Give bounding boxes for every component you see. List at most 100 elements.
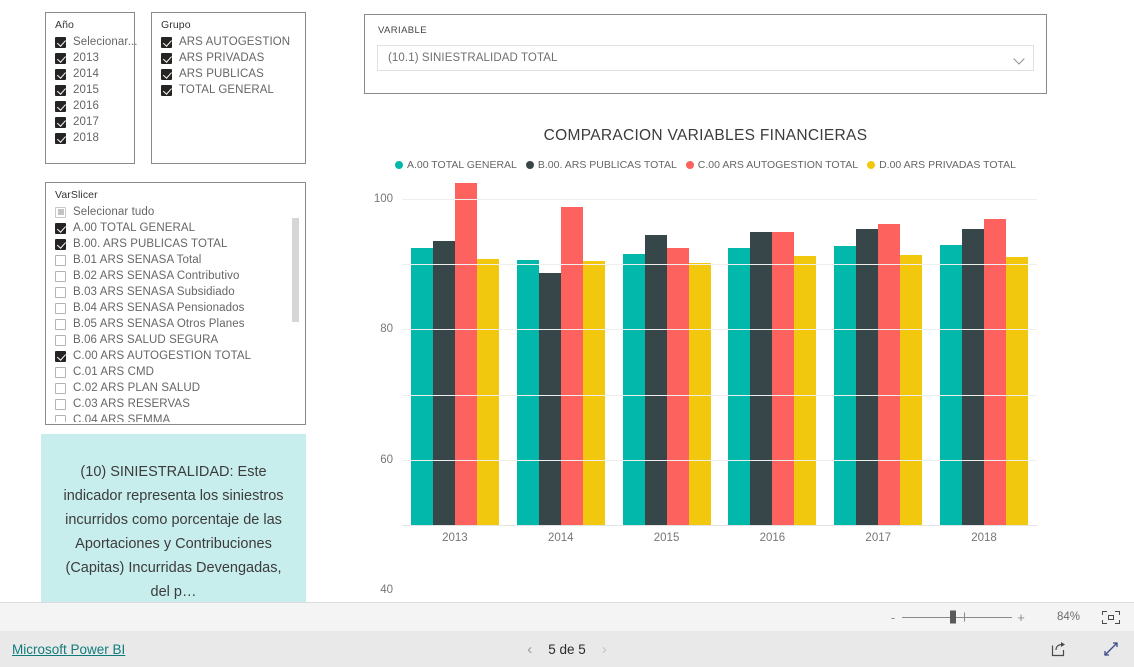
checkbox-icon[interactable] — [161, 84, 172, 96]
page-navigation[interactable]: ‹ 5 de 5 › — [527, 641, 607, 658]
bar[interactable] — [560, 207, 583, 525]
checkbox-icon[interactable] — [55, 318, 66, 330]
bar[interactable] — [476, 259, 499, 525]
checkbox-icon[interactable] — [55, 334, 66, 346]
zoom-slider[interactable] — [902, 610, 1012, 624]
checkbox-icon[interactable] — [161, 36, 172, 48]
zoom-control[interactable]: - + — [884, 610, 1030, 625]
slicer-item[interactable]: 2015 — [55, 82, 134, 98]
slicer-item[interactable]: 2014 — [55, 66, 134, 82]
zoom-out-button[interactable]: - — [884, 610, 902, 625]
bar[interactable] — [516, 259, 539, 525]
checkbox-icon[interactable] — [55, 366, 66, 378]
slicer-item[interactable]: ARS AUTOGESTION — [161, 34, 305, 50]
checkbox-icon[interactable] — [55, 222, 66, 234]
checkbox-icon[interactable] — [55, 414, 66, 422]
bar[interactable] — [432, 241, 455, 525]
checkbox-icon[interactable] — [55, 84, 66, 96]
power-bi-brand-link[interactable]: Microsoft Power BI — [12, 642, 125, 657]
slicer-item[interactable]: ARS PRIVADAS — [161, 50, 305, 66]
checkbox-icon[interactable] — [55, 36, 66, 48]
slicer-grupo-list[interactable]: ARS AUTOGESTION ARS PRIVADAS ARS PUBLICAS T… — [152, 34, 305, 98]
chevron-left-icon[interactable]: ‹ — [527, 641, 532, 658]
share-icon[interactable] — [1050, 640, 1068, 658]
checkbox-icon[interactable] — [161, 52, 172, 64]
varslicer-scrollbar-thumb[interactable] — [292, 218, 299, 322]
chart-legend[interactable]: A.00 TOTAL GENERAL B.00. ARS PUBLICAS TOT… — [364, 159, 1047, 171]
slicer-item[interactable]: TOTAL GENERAL — [161, 82, 305, 98]
slicer-grupo[interactable]: Grupo ARS AUTOGESTION ARS PRIVADAS ARS PUB… — [151, 12, 306, 164]
slicer-item[interactable]: B.03 ARS SENASA Subsidiado — [55, 284, 305, 300]
bar[interactable] — [772, 231, 795, 525]
legend-item[interactable]: D.00 ARS PRIVADAS TOTAL — [867, 159, 1016, 171]
fit-to-page-icon[interactable] — [1102, 610, 1120, 624]
chevron-right-icon[interactable]: › — [602, 641, 607, 658]
slicer-item[interactable]: B.04 ARS SENASA Pensionados — [55, 300, 305, 316]
bar[interactable] — [750, 231, 773, 525]
bar[interactable] — [878, 224, 901, 525]
slicer-item[interactable]: C.01 ARS CMD — [55, 364, 305, 380]
bar[interactable] — [962, 229, 985, 525]
slicer-item[interactable]: B.02 ARS SENASA Contributivo — [55, 268, 305, 284]
bar[interactable] — [666, 247, 689, 525]
y-axis-tick-label: 100 — [373, 193, 393, 205]
slicer-ano-list[interactable]: Selecionar... 2013 2014 2015 2016 2017 2018 — [46, 34, 137, 146]
bar[interactable] — [454, 182, 477, 525]
checkbox-icon[interactable] — [55, 132, 66, 144]
bar[interactable] — [856, 229, 879, 525]
slicer-item[interactable]: B.05 ARS SENASA Otros Planes — [55, 316, 305, 332]
fullscreen-icon[interactable] — [1102, 640, 1120, 658]
legend-item[interactable]: B.00. ARS PUBLICAS TOTAL — [525, 159, 677, 171]
slicer-item[interactable]: 2018 — [55, 130, 134, 146]
bar[interactable] — [1006, 256, 1029, 525]
slicer-item[interactable]: B.06 ARS SALUD SEGURA — [55, 332, 305, 348]
zoom-slider-thumb[interactable] — [950, 610, 957, 624]
checkbox-icon[interactable] — [55, 398, 66, 410]
legend-item[interactable]: C.00 ARS AUTOGESTION TOTAL — [685, 159, 858, 171]
checkbox-icon[interactable] — [55, 52, 66, 64]
bar[interactable] — [622, 254, 645, 525]
slicer-item[interactable]: A.00 TOTAL GENERAL — [55, 220, 305, 236]
zoom-in-button[interactable]: + — [1012, 610, 1030, 625]
slicer-varslicer-list[interactable]: Selecionar tudo A.00 TOTAL GENERAL B.00. A… — [46, 204, 305, 422]
checkbox-icon[interactable] — [55, 116, 66, 128]
checkbox-icon[interactable] — [55, 382, 66, 394]
checkbox-icon[interactable] — [55, 254, 66, 266]
slicer-item[interactable]: C.04 ARS SEMMA — [55, 412, 305, 422]
slicer-item[interactable]: 2017 — [55, 114, 134, 130]
bar[interactable] — [940, 244, 963, 525]
legend-item[interactable]: A.00 TOTAL GENERAL — [394, 159, 517, 171]
slicer-varslicer[interactable]: VarSlicer Selecionar tudo A.00 TOTAL GENE… — [45, 182, 306, 425]
slicer-item[interactable]: Selecionar tudo — [55, 204, 305, 220]
slicer-item[interactable]: 2016 — [55, 98, 134, 114]
slicer-item[interactable]: C.03 ARS RESERVAS — [55, 396, 305, 412]
varslicer-scrollbar[interactable] — [292, 218, 299, 420]
checkbox-icon[interactable] — [55, 270, 66, 282]
bar[interactable] — [582, 260, 605, 525]
bar[interactable] — [900, 255, 923, 525]
checkbox-icon[interactable] — [55, 238, 66, 250]
bar[interactable] — [794, 256, 817, 525]
checkbox-icon[interactable] — [55, 350, 66, 362]
slicer-ano[interactable]: Año Selecionar... 2013 2014 2015 2016 2017 201… — [45, 12, 137, 164]
bar[interactable] — [644, 234, 667, 525]
checkbox-icon[interactable] — [55, 68, 66, 80]
slicer-item[interactable]: C.02 ARS PLAN SALUD — [55, 380, 305, 396]
slicer-item[interactable]: B.01 ARS SENASA Total — [55, 252, 305, 268]
bar[interactable] — [538, 273, 561, 525]
checkbox-icon[interactable] — [161, 68, 172, 80]
slicer-item[interactable]: C.00 ARS AUTOGESTION TOTAL — [55, 348, 305, 364]
checkbox-icon[interactable] — [55, 100, 66, 112]
slicer-item[interactable]: B.00. ARS PUBLICAS TOTAL — [55, 236, 305, 252]
checkbox-icon[interactable] — [55, 206, 66, 218]
bar[interactable] — [834, 246, 857, 525]
checkbox-icon[interactable] — [55, 302, 66, 314]
footer-actions[interactable] — [1050, 640, 1120, 658]
bar[interactable] — [410, 247, 433, 525]
slicer-item[interactable]: ARS PUBLICAS — [161, 66, 305, 82]
slicer-item[interactable]: 2013 — [55, 50, 134, 66]
variable-dropdown[interactable]: (10.1) SINIESTRALIDAD TOTAL — [377, 45, 1034, 71]
slicer-item[interactable]: Selecionar... — [55, 34, 137, 50]
bar[interactable] — [728, 247, 751, 525]
checkbox-icon[interactable] — [55, 286, 66, 298]
